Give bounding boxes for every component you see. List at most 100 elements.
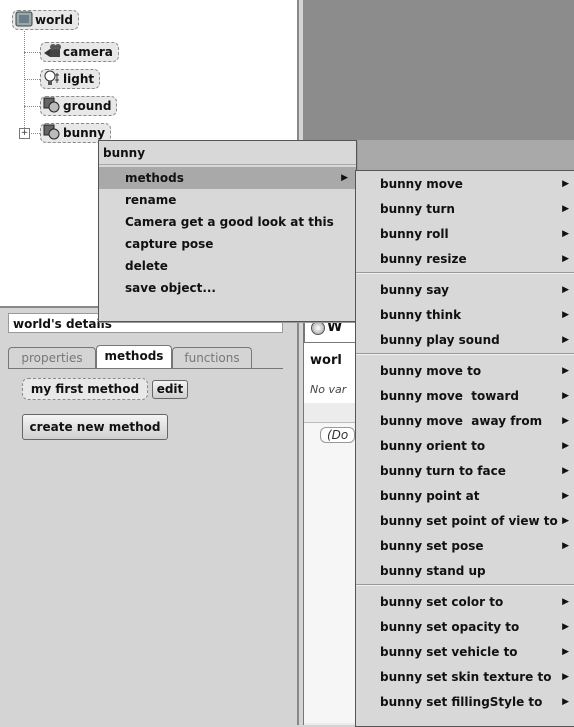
camera-icon — [43, 43, 61, 62]
triangle-right-icon: ▶ — [562, 285, 569, 295]
menu-item-label: rename — [125, 193, 177, 207]
do-nothing-placeholder: (Do — [320, 427, 356, 443]
context-menu-item[interactable]: methods ▶ — [99, 167, 356, 189]
create-new-method-button[interactable]: create new method — [22, 414, 168, 440]
submenu-item[interactable]: bunny resize ▶ — [356, 248, 574, 270]
menu-item-label: bunny turn to face — [380, 464, 506, 478]
submenu-item[interactable]: bunny say ▶ — [356, 279, 574, 301]
submenu-item[interactable]: bunny roll ▶ — [356, 223, 574, 245]
menu-item-label: bunny orient to — [380, 439, 486, 453]
triangle-right-icon: ▶ — [562, 204, 569, 214]
triangle-right-icon: ▶ — [562, 672, 569, 682]
tree-node-label: world — [35, 13, 73, 27]
submenu-item[interactable]: bunny turn to face ▶ — [356, 460, 574, 482]
context-menu-item[interactable]: delete — [99, 255, 356, 277]
menu-item-label: bunny play sound — [380, 333, 500, 347]
tree-node-light[interactable]: light — [40, 69, 101, 89]
menu-item-label: bunny move to — [380, 364, 482, 378]
menu-separator — [356, 584, 574, 586]
menu-item-label: delete — [125, 259, 168, 273]
editor-variables-note: No var — [310, 383, 347, 396]
menu-item-label: capture pose — [125, 237, 214, 251]
triangle-right-icon: ▶ — [562, 541, 569, 551]
radio-icon — [311, 321, 325, 335]
submenu-item[interactable]: bunny play sound ▶ — [356, 329, 574, 351]
submenu-item[interactable]: bunny move toward ▶ — [356, 385, 574, 407]
triangle-right-icon: ▶ — [562, 622, 569, 632]
menu-separator — [356, 353, 574, 355]
method-tile-my-first-method[interactable]: my first method — [22, 378, 148, 400]
details-panel: world's details properties methods funct… — [0, 308, 299, 725]
triangle-right-icon: ▶ — [562, 516, 569, 526]
submenu-item[interactable]: bunny set pose ▶ — [356, 535, 574, 557]
context-menu-item[interactable]: capture pose — [99, 233, 356, 255]
menu-item-label: bunny stand up — [380, 564, 486, 578]
triangle-right-icon: ▶ — [562, 310, 569, 320]
submenu-item[interactable]: bunny turn ▶ — [356, 198, 574, 220]
plus-icon[interactable]: + — [19, 128, 30, 139]
menu-item-label: bunny point at — [380, 489, 480, 503]
menu-item-label: bunny roll — [380, 227, 449, 241]
menu-item-label: methods — [125, 171, 184, 185]
menu-item-label: bunny set fillingStyle to — [380, 695, 543, 709]
tree-node-label: camera — [63, 45, 113, 59]
submenu-item[interactable]: bunny orient to ▶ — [356, 435, 574, 457]
submenu-item[interactable]: bunny set fillingStyle to ▶ — [356, 691, 574, 713]
triangle-right-icon: ▶ — [562, 416, 569, 426]
triangle-right-icon: ▶ — [562, 391, 569, 401]
context-menu: bunny methods ▶ rename Camera get a good lo… — [98, 140, 357, 322]
triangle-right-icon: ▶ — [562, 466, 569, 476]
submenu-item[interactable]: bunny set point of view to ▶ — [356, 510, 574, 532]
menu-item-label: bunny move toward — [380, 389, 519, 403]
tree-node-ground[interactable]: ground — [40, 96, 118, 116]
menu-item-label: save object... — [125, 281, 216, 295]
triangle-right-icon: ▶ — [562, 441, 569, 451]
submenu-item[interactable]: bunny set opacity to ▶ — [356, 616, 574, 638]
menu-item-label: bunny set pose — [380, 539, 484, 553]
submenu-item[interactable]: bunny think ▶ — [356, 304, 574, 326]
menu-item-label: bunny turn — [380, 202, 455, 216]
tree-node-world[interactable]: world — [12, 10, 79, 30]
tree-connector — [24, 106, 40, 107]
tree-node-label: ground — [63, 99, 112, 113]
editor-method-title: worl — [310, 353, 342, 368]
submenu-item[interactable]: bunny set color to ▶ — [356, 591, 574, 613]
menu-item-label: bunny set point of view to — [380, 514, 558, 528]
world-view[interactable] — [303, 0, 574, 170]
tab-functions[interactable]: functions — [172, 347, 252, 369]
triangle-right-icon: ▶ — [562, 366, 569, 376]
tab-properties[interactable]: properties — [8, 347, 96, 369]
menu-item-label: Camera get a good look at this — [125, 215, 334, 229]
menu-item-label: bunny move away from — [380, 414, 543, 428]
menu-item-label: bunny set skin texture to — [380, 670, 552, 684]
submenu-item[interactable]: bunny point at ▶ — [356, 485, 574, 507]
menu-item-label: bunny resize — [380, 252, 467, 266]
tab-methods[interactable]: methods — [96, 345, 172, 369]
tree-connector — [24, 52, 40, 53]
submenu-item[interactable]: bunny stand up — [356, 560, 574, 582]
context-menu-item[interactable]: save object... — [99, 277, 356, 299]
menu-item-label: bunny set vehicle to — [380, 645, 518, 659]
context-menu-item[interactable]: Camera get a good look at this — [99, 211, 356, 233]
methods-submenu: bunny move ▶ bunny turn ▶ bunny roll ▶ bunny r… — [355, 170, 574, 727]
submenu-item[interactable]: bunny move ▶ — [356, 173, 574, 195]
context-menu-item[interactable]: rename — [99, 189, 356, 211]
menu-item-label: bunny think — [380, 308, 462, 322]
object-icon — [43, 124, 61, 143]
submenu-item[interactable]: bunny move away from ▶ — [356, 410, 574, 432]
triangle-right-icon: ▶ — [562, 254, 569, 264]
submenu-item[interactable]: bunny set vehicle to ▶ — [356, 641, 574, 663]
triangle-right-icon: ▶ — [562, 597, 569, 607]
submenu-item[interactable]: bunny set skin texture to ▶ — [356, 666, 574, 688]
tree-node-camera[interactable]: camera — [40, 42, 119, 62]
triangle-right-icon: ▶ — [562, 335, 569, 345]
tree-connector — [24, 79, 40, 80]
tab-divider — [8, 368, 283, 369]
edit-button[interactable]: edit — [152, 380, 188, 399]
submenu-item[interactable]: bunny move to ▶ — [356, 360, 574, 382]
menu-separator — [356, 272, 574, 274]
tree-node-label: light — [63, 72, 95, 86]
globe-icon — [15, 11, 33, 30]
triangle-right-icon: ▶ — [562, 697, 569, 707]
menu-item-label: bunny set opacity to — [380, 620, 520, 634]
